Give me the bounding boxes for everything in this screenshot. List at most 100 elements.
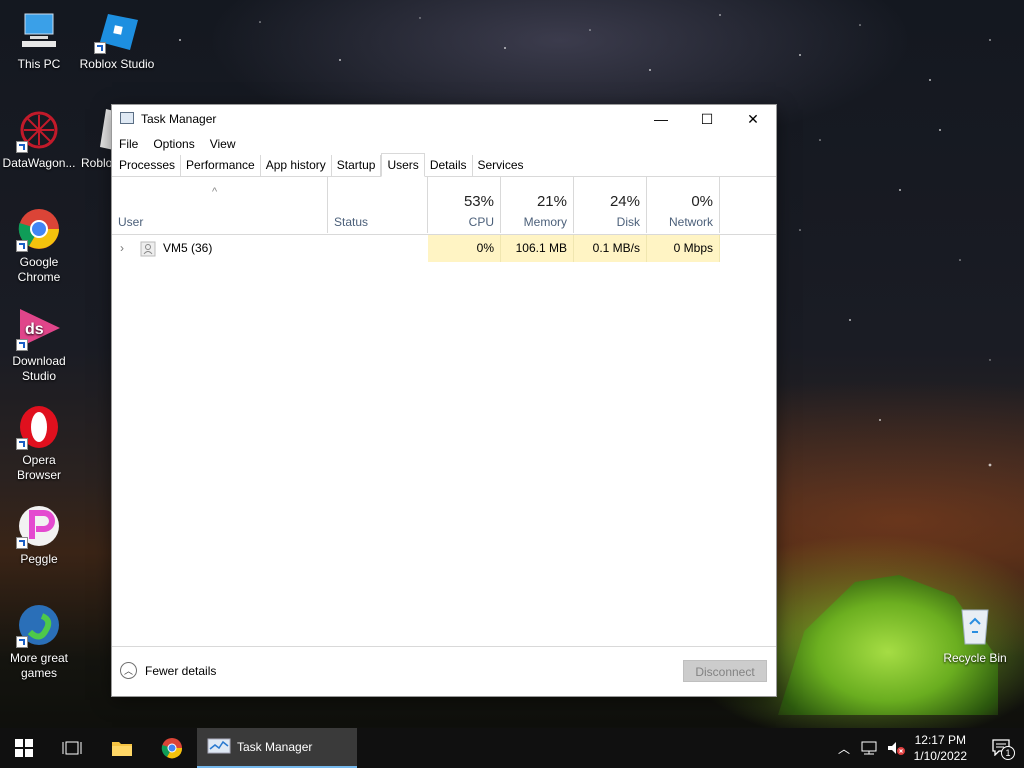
desktop-icon-download-studio[interactable]: ds Download Studio <box>0 305 78 384</box>
desktop-icon-datawagon[interactable]: DataWagon... <box>0 107 78 171</box>
network-value: 0 Mbps <box>647 235 720 262</box>
chrome-icon <box>16 206 62 252</box>
shortcut-arrow-icon <box>16 339 28 351</box>
task-view-button[interactable] <box>48 728 96 768</box>
column-name: User <box>118 215 144 229</box>
volume-muted-icon[interactable] <box>886 740 906 756</box>
fewer-details-button[interactable]: ︿ Fewer details <box>120 662 216 679</box>
table-row[interactable]: › VM5 (36) 0% 106.1 MB 0.1 MB/s 0 Mbps <box>112 235 776 262</box>
task-manager-taskbar-button[interactable]: Task Manager <box>197 728 357 768</box>
user-status <box>328 235 428 262</box>
notification-icon: 1 <box>991 738 1015 760</box>
desktop-icon-label: DataWagon... <box>2 156 76 170</box>
task-view-icon <box>62 741 82 755</box>
task-manager-taskbar-label: Task Manager <box>237 740 313 754</box>
title-bar[interactable]: Task Manager — ☐ ✕ <box>112 105 776 133</box>
window-title: Task Manager <box>141 112 217 126</box>
memory-value: 106.1 MB <box>501 235 574 262</box>
expand-chevron-icon[interactable]: › <box>120 235 130 262</box>
action-center-button[interactable]: 1 <box>978 728 1024 768</box>
tab-processes[interactable]: Processes <box>114 155 182 176</box>
desktop-icon-label: Roblox Studio <box>79 57 155 71</box>
window-footer: ︿ Fewer details Disconnect <box>112 646 776 696</box>
desktop-icon-peggle[interactable]: Peggle <box>0 503 78 567</box>
chrome-taskbar-button[interactable] <box>148 728 196 768</box>
fewer-details-label: Fewer details <box>145 663 217 678</box>
task-manager-icon <box>207 738 231 754</box>
tab-details[interactable]: Details <box>425 155 473 176</box>
svg-text:ds: ds <box>25 321 44 338</box>
tab-startup[interactable]: Startup <box>332 155 382 176</box>
shortcut-arrow-icon <box>94 42 106 54</box>
clock-date: 1/10/2022 <box>913 749 967 763</box>
menu-view[interactable]: View <box>210 137 236 151</box>
disk-value: 0.1 MB/s <box>574 235 647 262</box>
sort-ascending-icon: ^ <box>212 186 218 198</box>
tab-strip: Processes Performance App history Startu… <box>112 153 776 177</box>
column-percent: 24% <box>609 193 640 210</box>
maximize-button[interactable]: ☐ <box>684 105 730 133</box>
column-name: Disk <box>616 215 640 229</box>
desktop-icon-this-pc[interactable]: This PC <box>0 8 78 72</box>
column-percent: 53% <box>463 193 494 210</box>
datawagon-icon <box>16 107 62 153</box>
column-header-user[interactable]: ^ User <box>112 177 328 233</box>
desktop-icon-label: Roblo <box>81 156 112 170</box>
menu-file[interactable]: File <box>119 137 138 151</box>
tab-services[interactable]: Services <box>473 155 529 176</box>
file-explorer-button[interactable] <box>98 728 146 768</box>
column-header-cpu[interactable]: 53% CPU <box>428 177 501 233</box>
column-name: Memory <box>523 215 567 229</box>
column-name: Status <box>334 215 369 229</box>
user-icon <box>140 235 157 262</box>
column-percent: 21% <box>536 193 567 210</box>
close-button[interactable]: ✕ <box>730 105 776 133</box>
menu-options[interactable]: Options <box>153 137 194 151</box>
desktop-icon-roblox-studio[interactable]: Roblox Studio <box>78 8 156 72</box>
clock[interactable]: 12:17 PM 1/10/2022 <box>914 732 967 764</box>
column-header-memory[interactable]: 21% Memory <box>501 177 574 233</box>
download-studio-icon: ds <box>16 305 62 351</box>
tab-performance[interactable]: Performance <box>181 155 261 176</box>
shortcut-arrow-icon <box>16 141 28 153</box>
menu-bar: File Options View <box>112 133 776 155</box>
column-header-disk[interactable]: 24% Disk <box>574 177 647 233</box>
games-icon <box>16 602 62 648</box>
folder-icon <box>112 742 132 756</box>
desktop-icon-recycle-bin[interactable]: Recycle Bin <box>936 602 1014 666</box>
desktop-icon-label: Opera Browser <box>16 453 61 482</box>
chevron-up-icon: ︿ <box>120 662 137 679</box>
tab-users[interactable]: Users <box>381 153 425 177</box>
recycle-bin-icon <box>952 602 998 648</box>
desktop-icon-more-games[interactable]: More great games <box>0 602 78 681</box>
shortcut-arrow-icon <box>16 438 28 450</box>
user-name: VM5 (36) <box>163 241 213 255</box>
start-button[interactable] <box>0 728 48 768</box>
opera-icon <box>16 404 62 450</box>
disconnect-button[interactable]: Disconnect <box>683 660 767 682</box>
task-manager-window: Task Manager — ☐ ✕ File Options View Pro… <box>112 105 776 696</box>
column-percent: 0% <box>691 193 713 210</box>
column-header-network[interactable]: 0% Network <box>647 177 720 233</box>
roblox-icon <box>82 107 112 153</box>
tab-app-history[interactable]: App history <box>261 155 332 176</box>
minimize-button[interactable]: — <box>638 105 684 133</box>
desktop-icon-opera[interactable]: Opera Browser <box>0 404 78 483</box>
clock-time: 12:17 PM <box>914 733 966 747</box>
column-header-status[interactable]: Status <box>328 177 428 233</box>
network-icon[interactable] <box>860 740 878 756</box>
show-hidden-icons-chevron-icon[interactable]: ︿ <box>838 740 850 757</box>
desktop-icon-label: This PC <box>17 57 61 71</box>
shortcut-arrow-icon <box>16 636 28 648</box>
this-pc-icon <box>16 8 62 54</box>
desktop-icon-roblox[interactable]: Roblo <box>78 107 112 171</box>
desktop-icon-chrome[interactable]: Google Chrome <box>0 206 78 285</box>
peggle-icon <box>16 503 62 549</box>
table-header: ^ User Status 53% CPU 21% Memory 24% Dis… <box>112 177 776 235</box>
shortcut-arrow-icon <box>16 537 28 549</box>
notification-count-badge: 1 <box>1001 745 1015 760</box>
windows-logo-icon <box>15 739 33 757</box>
desktop-icon-label: Download Studio <box>12 354 66 383</box>
desktop-icon-label: Peggle <box>20 552 58 566</box>
shortcut-arrow-icon <box>16 240 28 252</box>
